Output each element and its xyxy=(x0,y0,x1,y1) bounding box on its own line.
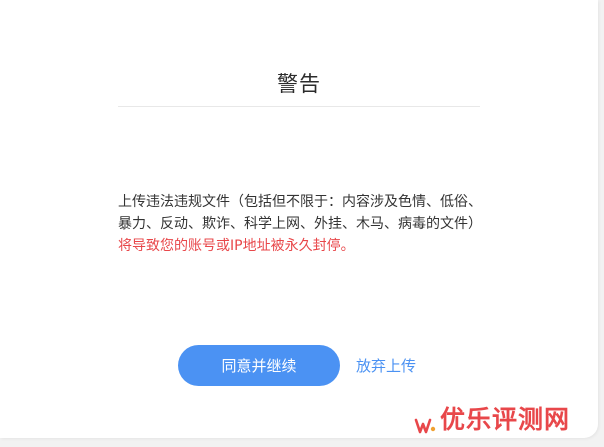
abandon-upload-link[interactable]: 放弃上传 xyxy=(356,355,416,376)
title-divider xyxy=(118,106,480,107)
warning-message-highlight: 将导致您的账号或IP地址被永久封停。 xyxy=(118,238,355,254)
warning-dialog: 警告 上传违法违规文件（包括但不限于：内容涉及色情、低俗、暴力、反动、欺诈、科学… xyxy=(0,0,598,438)
site-watermark: 优乐评测网 xyxy=(414,398,570,438)
dialog-title: 警告 xyxy=(277,72,321,96)
agree-continue-button[interactable]: 同意并继续 xyxy=(178,345,340,386)
warning-message: 上传违法违规文件（包括但不限于：内容涉及色情、低俗、暴力、反动、欺诈、科学上网、… xyxy=(118,191,486,257)
watermark-text: 优乐评测网 xyxy=(440,405,571,434)
warning-message-text: 上传违法违规文件（包括但不限于：内容涉及色情、低俗、暴力、反动、欺诈、科学上网、… xyxy=(118,194,482,232)
watermark-logo-icon xyxy=(414,418,436,434)
